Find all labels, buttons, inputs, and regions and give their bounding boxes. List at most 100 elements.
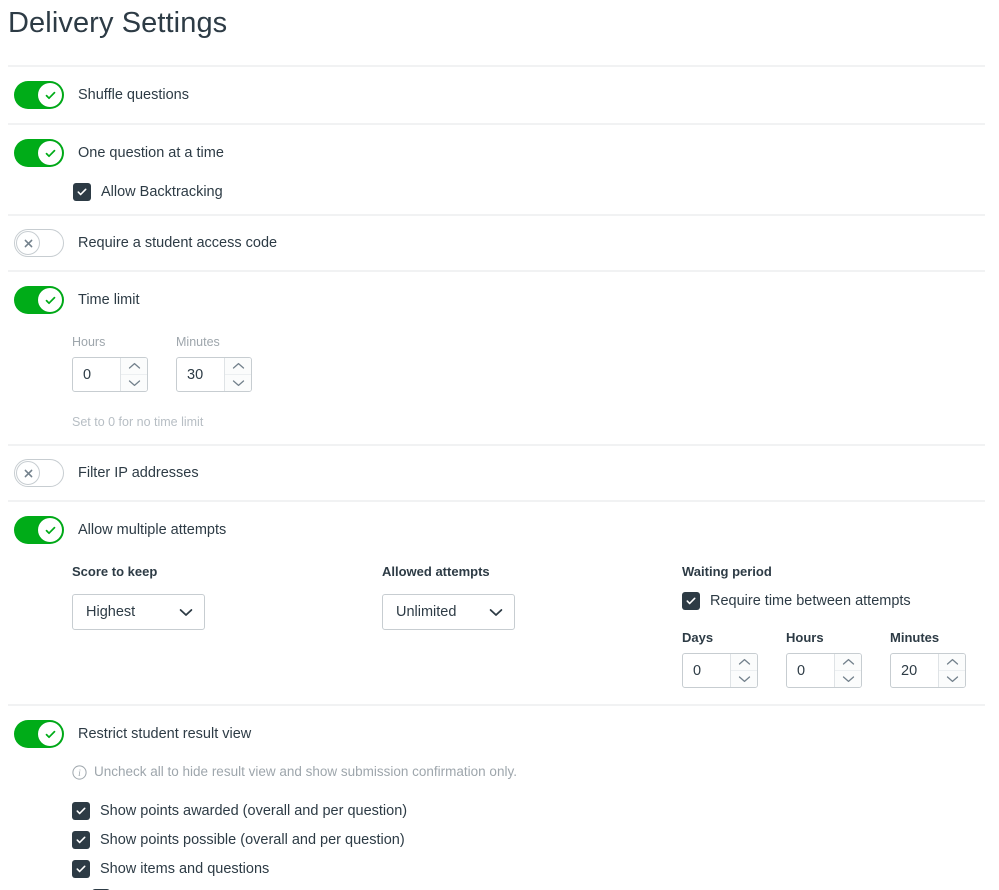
field-waiting-hours: Hours 0 — [786, 630, 862, 688]
chevron-down-icon — [179, 608, 193, 616]
stepper-time-limit-hours[interactable]: 0 — [72, 357, 148, 392]
stepper-up-minutes[interactable] — [225, 358, 251, 375]
field-score-to-keep: Score to keep Highest — [72, 564, 382, 688]
stepper-down-hours[interactable] — [121, 375, 147, 391]
checkbox-allow-backtracking[interactable] — [73, 183, 91, 201]
check-icon — [686, 597, 696, 605]
chevron-down-icon — [842, 676, 854, 683]
toggle-knob — [38, 288, 62, 312]
toggle-restrict-result-view[interactable] — [14, 720, 64, 748]
label-restrict-result-view: Restrict student result view — [78, 726, 252, 742]
label-score-to-keep: Score to keep — [72, 564, 158, 579]
label-allowed-attempts: Allowed attempts — [382, 564, 490, 579]
row-one-question-at-a-time: One question at a time Allow Backtrackin… — [0, 125, 999, 214]
chevron-down-icon — [738, 676, 750, 683]
chevron-up-icon — [232, 362, 244, 369]
stepper-down-minutes[interactable] — [225, 375, 251, 391]
toggle-student-access-code[interactable] — [14, 229, 64, 257]
toggle-knob — [38, 722, 62, 746]
chevron-up-icon — [128, 362, 140, 369]
label-hours: Hours — [72, 335, 106, 349]
check-icon — [77, 188, 87, 196]
check-icon — [45, 526, 55, 534]
row-restrict-result-view: Restrict student result view i Uncheck a… — [0, 706, 999, 890]
checkbox-result-option[interactable] — [72, 831, 90, 849]
check-icon — [76, 807, 86, 815]
label-minutes: Minutes — [890, 630, 940, 645]
row-filter-ip: Filter IP addresses — [0, 446, 999, 500]
stepper-up-minutes[interactable] — [939, 654, 965, 671]
stepper-down-minutes[interactable] — [939, 671, 965, 687]
toggle-knob — [38, 141, 62, 165]
checkbox-require-time-between-attempts[interactable] — [682, 592, 700, 610]
field-waiting-days: Days 0 — [682, 630, 758, 688]
checkbox-row-result-option[interactable]: Show items and questions — [72, 859, 999, 879]
close-icon — [24, 239, 32, 247]
stepper-up-hours[interactable] — [121, 358, 147, 375]
field-waiting-minutes: Minutes 20 — [890, 630, 966, 688]
field-waiting-period: Waiting period Require time between atte… — [682, 564, 982, 688]
checkbox-row-allow-backtracking[interactable]: Allow Backtracking — [73, 182, 999, 202]
info-hint-restrict-result-view: i Uncheck all to hide result view and sh… — [72, 763, 999, 781]
result-view-options: Show points awarded (overall and per que… — [14, 801, 999, 890]
label-result-option: Show points possible (overall and per qu… — [100, 832, 405, 848]
row-student-access-code: Require a student access code — [0, 216, 999, 270]
label-days: Days — [682, 630, 714, 645]
toggle-one-question-at-a-time[interactable] — [14, 139, 64, 167]
label-waiting-period: Waiting period — [682, 564, 772, 579]
label-student-access-code: Require a student access code — [78, 235, 278, 251]
label-one-question-at-a-time: One question at a time — [78, 145, 224, 161]
row-shuffle-questions: Shuffle questions — [0, 67, 999, 123]
select-allowed-attempts[interactable]: Unlimited — [382, 594, 515, 630]
toggle-time-limit[interactable] — [14, 286, 64, 314]
label-result-option: Show items and questions — [100, 861, 270, 877]
stepper-up-days[interactable] — [731, 654, 757, 671]
field-time-limit-hours: Hours 0 — [72, 334, 148, 392]
stepper-up-hours[interactable] — [835, 654, 861, 671]
checkbox-row-require-time-between-attempts[interactable]: Require time between attempts — [682, 591, 982, 611]
stepper-value-minutes[interactable]: 20 — [891, 654, 938, 687]
chevron-up-icon — [946, 658, 958, 665]
checkbox-result-option[interactable] — [72, 802, 90, 820]
info-icon: i — [72, 764, 87, 780]
chevron-down-icon — [489, 608, 503, 616]
check-icon — [76, 865, 86, 873]
select-value-score-to-keep: Highest — [86, 604, 136, 620]
check-icon — [45, 730, 55, 738]
toggle-shuffle-questions[interactable] — [14, 81, 64, 109]
stepper-waiting-hours[interactable]: 0 — [786, 653, 862, 688]
field-allowed-attempts: Allowed attempts Unlimited — [382, 564, 682, 688]
check-icon — [45, 149, 55, 157]
chevron-up-icon — [842, 658, 854, 665]
toggle-knob — [16, 231, 40, 255]
stepper-value-minutes[interactable]: 30 — [177, 358, 224, 391]
checkbox-result-option[interactable] — [72, 860, 90, 878]
field-time-limit-minutes: Minutes 30 — [176, 334, 252, 392]
stepper-waiting-minutes[interactable]: 20 — [890, 653, 966, 688]
page-title: Delivery Settings — [8, 7, 228, 39]
checkbox-row-result-option[interactable]: Show points possible (overall and per qu… — [72, 830, 999, 850]
label-shuffle-questions: Shuffle questions — [78, 87, 189, 103]
stepper-waiting-days[interactable]: 0 — [682, 653, 758, 688]
stepper-value-hours[interactable]: 0 — [73, 358, 120, 391]
stepper-down-days[interactable] — [731, 671, 757, 687]
select-score-to-keep[interactable]: Highest — [72, 594, 205, 630]
delivery-settings-page: Delivery Settings Shuffle questions One … — [0, 0, 999, 890]
label-allow-backtracking: Allow Backtracking — [101, 184, 223, 200]
select-value-allowed-attempts: Unlimited — [396, 604, 457, 620]
chevron-up-icon — [738, 658, 750, 665]
chevron-down-icon — [128, 380, 140, 387]
check-icon — [76, 836, 86, 844]
label-minutes: Minutes — [176, 335, 220, 349]
stepper-value-days[interactable]: 0 — [683, 654, 730, 687]
toggle-filter-ip[interactable] — [14, 459, 64, 487]
checkbox-row-result-option[interactable]: Show points awarded (overall and per que… — [72, 801, 999, 821]
stepper-down-hours[interactable] — [835, 671, 861, 687]
row-multiple-attempts: Allow multiple attempts Score to keep Hi… — [0, 502, 999, 704]
toggle-multiple-attempts[interactable] — [14, 516, 64, 544]
chevron-down-icon — [946, 676, 958, 683]
stepper-time-limit-minutes[interactable]: 30 — [176, 357, 252, 392]
stepper-value-hours[interactable]: 0 — [787, 654, 834, 687]
close-icon — [24, 469, 32, 477]
label-time-limit: Time limit — [78, 292, 140, 308]
